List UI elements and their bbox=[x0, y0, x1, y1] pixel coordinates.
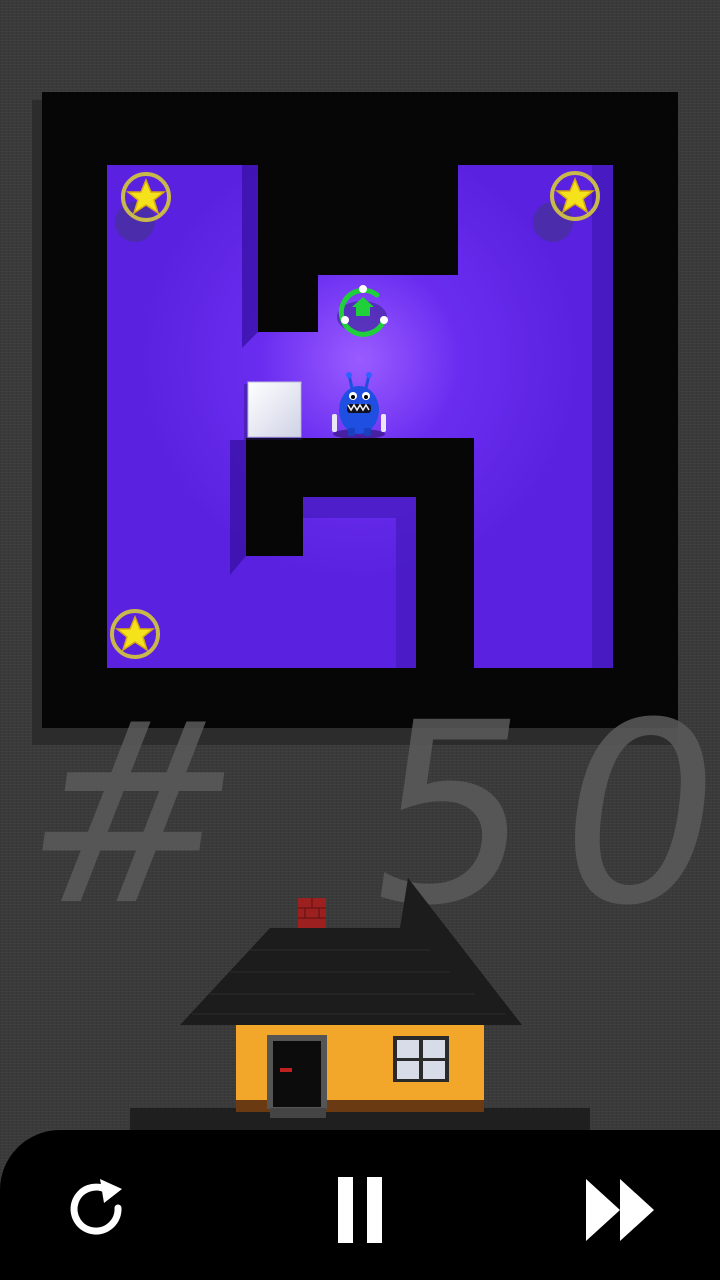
skip-level-button[interactable] bbox=[575, 1165, 665, 1255]
control-bar bbox=[0, 1130, 720, 1280]
push-block bbox=[244, 381, 302, 440]
door bbox=[273, 1041, 321, 1107]
pause-icon bbox=[338, 1177, 382, 1243]
game-board bbox=[32, 92, 678, 745]
pause-button[interactable] bbox=[315, 1165, 405, 1255]
home-house bbox=[130, 878, 590, 1140]
roof bbox=[180, 878, 522, 1025]
door-handle bbox=[280, 1068, 292, 1072]
fast-forward-icon bbox=[586, 1179, 654, 1241]
wall-shadow bbox=[242, 165, 258, 348]
wall-shadow bbox=[230, 440, 246, 575]
wall-shadow bbox=[592, 165, 613, 668]
restart-icon bbox=[70, 1179, 122, 1235]
restart-button[interactable] bbox=[52, 1165, 142, 1255]
door-step bbox=[270, 1108, 326, 1118]
